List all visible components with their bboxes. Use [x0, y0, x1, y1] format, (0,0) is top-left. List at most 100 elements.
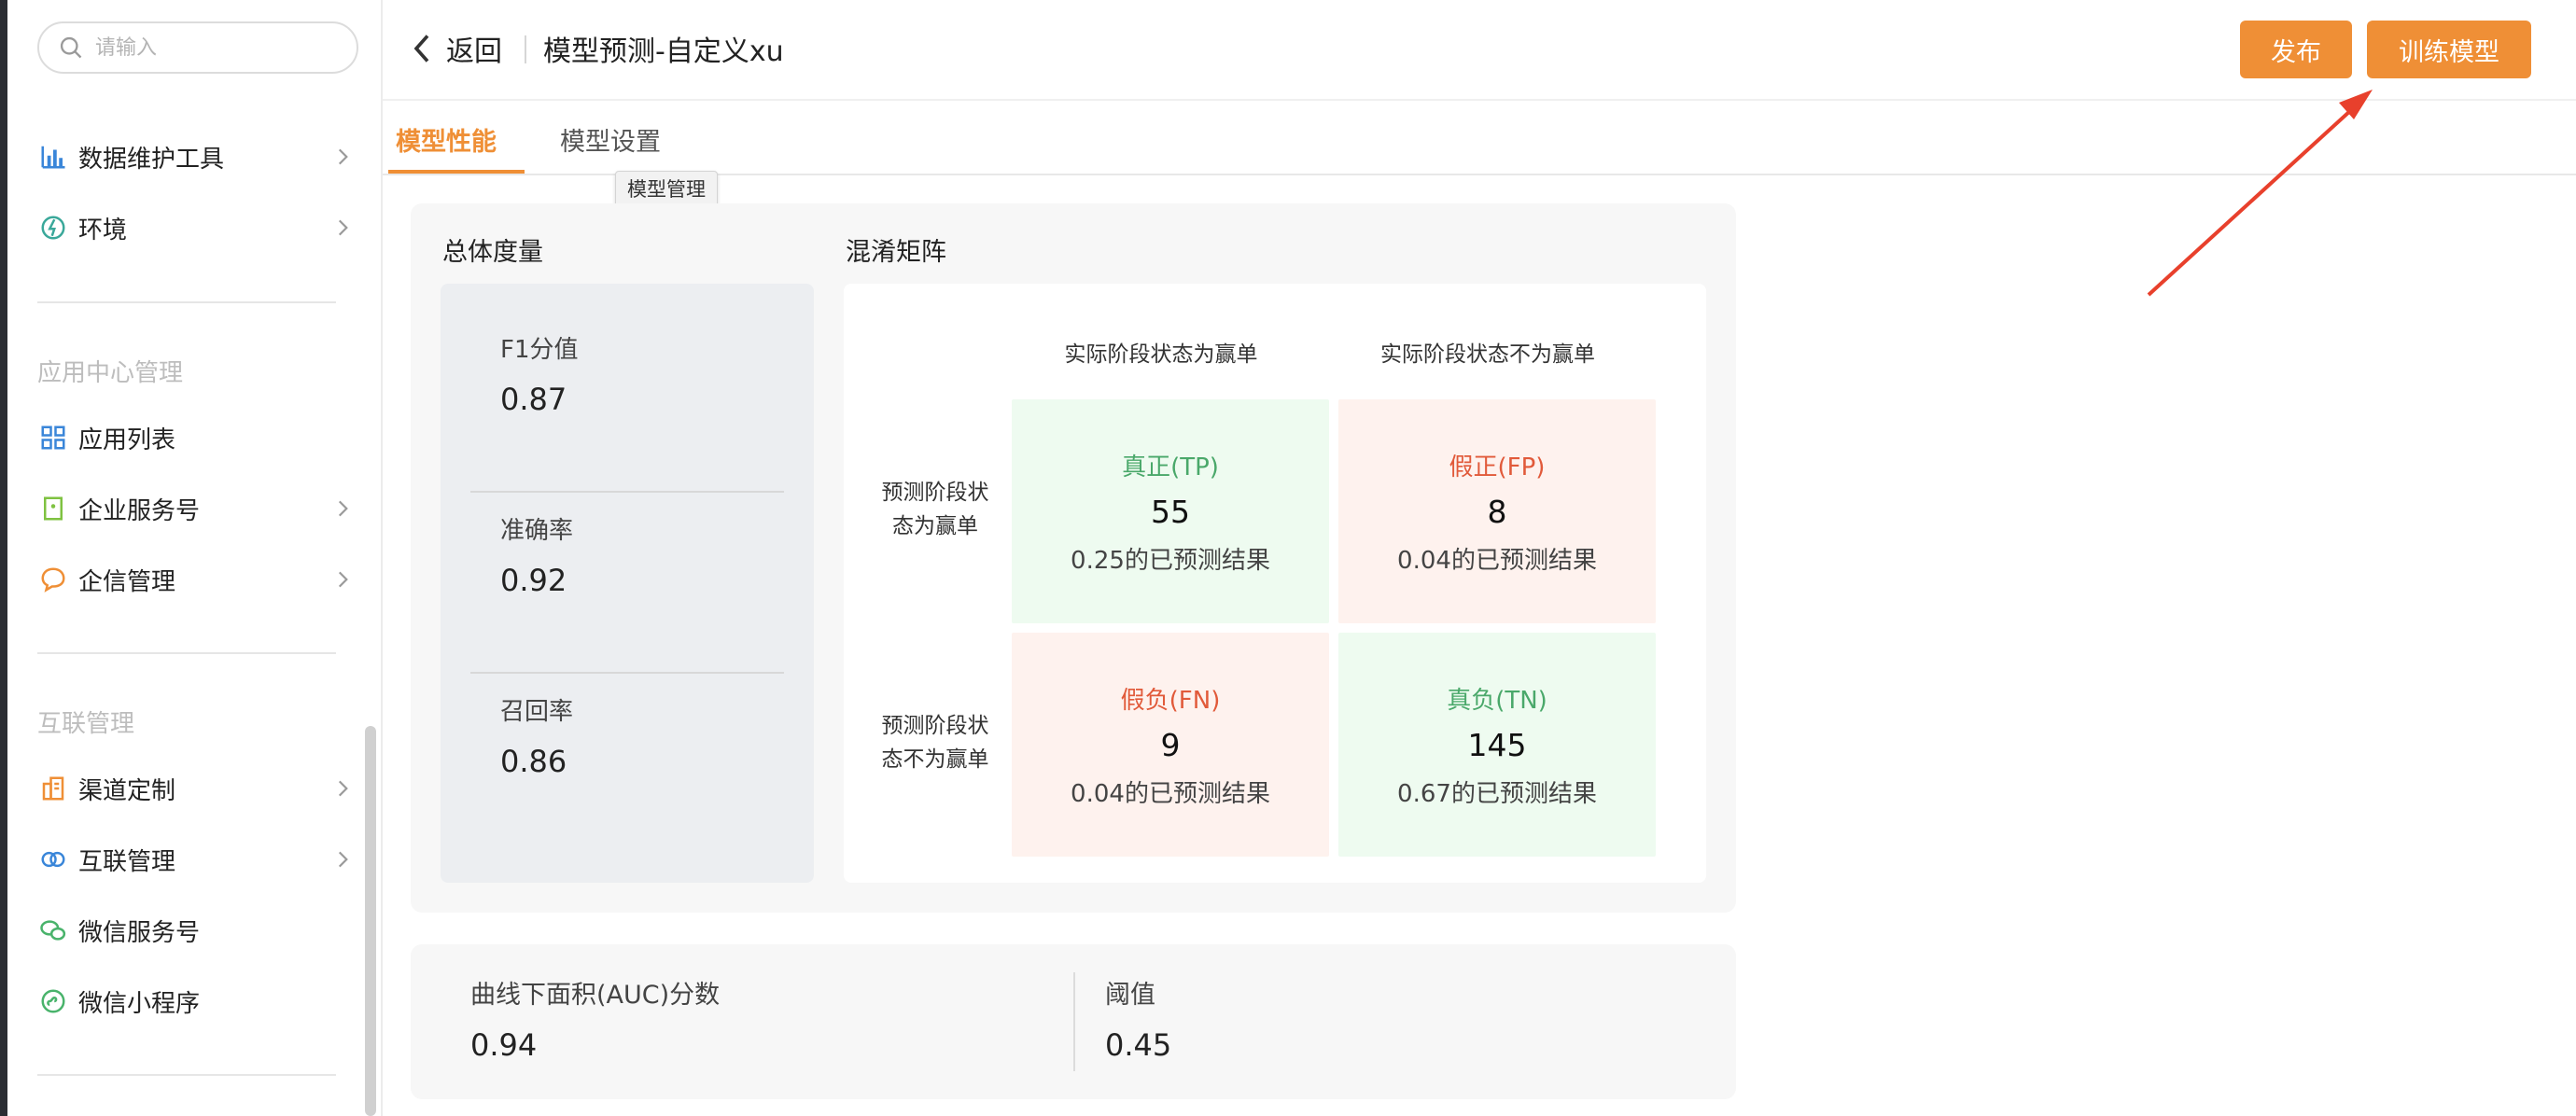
- sidebar-scrollbar[interactable]: [365, 726, 376, 1116]
- matrix-cell-true-positive: 真正(TP) 55 0.25的已预测结果: [1012, 399, 1329, 623]
- auc-value: 0.94: [470, 1027, 538, 1063]
- sidebar-item-environment[interactable]: 环境: [37, 202, 355, 254]
- metric-value: 0.86: [500, 744, 567, 779]
- search-icon: [60, 36, 82, 59]
- row-header-line: 预测阶段状: [881, 714, 989, 738]
- sidebar-divider: [37, 1074, 336, 1076]
- building-icon: [37, 773, 69, 804]
- matrix-cell-true-negative: 真负(TN) 145 0.67的已预测结果: [1338, 633, 1656, 857]
- cell-name: 假负(FN): [1120, 687, 1221, 715]
- metric-divider: [470, 672, 784, 674]
- linked-circles-icon: [37, 844, 69, 875]
- cell-value: 8: [1487, 494, 1507, 530]
- matrix-cell-false-positive: 假正(FP) 8 0.04的已预测结果: [1338, 399, 1656, 623]
- confusion-matrix-title: 混淆矩阵: [846, 238, 946, 267]
- chevron-right-icon: [338, 780, 348, 797]
- cell-value: 9: [1160, 727, 1181, 763]
- wechat-icon: [37, 914, 69, 946]
- search-input[interactable]: [95, 35, 338, 60]
- metric-f1: F1分值 0.87: [500, 330, 579, 417]
- train-model-button[interactable]: 训练模型: [2367, 21, 2531, 78]
- matrix-cell-false-negative: 假负(FN) 9 0.04的已预测结果: [1012, 633, 1329, 857]
- grid-icon: [37, 422, 69, 453]
- metric-label: 召回率: [500, 698, 574, 726]
- chevron-right-icon: [338, 219, 348, 236]
- tooltip: 模型管理: [615, 171, 718, 208]
- back-label: 返回: [446, 35, 502, 68]
- cell-value: 145: [1467, 727, 1527, 763]
- sidebar-divider: [37, 652, 336, 654]
- sidebar-item-label: 渠道定制: [78, 776, 176, 805]
- sidebar-search[interactable]: [37, 21, 358, 74]
- metric-accuracy: 准确率 0.92: [500, 511, 573, 598]
- auc-label: 曲线下面积(AUC)分数: [470, 981, 721, 1010]
- chevron-right-icon: [338, 851, 348, 868]
- cell-description: 0.04的已预测结果: [1071, 780, 1270, 808]
- cell-name: 假正(FP): [1449, 453, 1546, 481]
- mini-program-icon: [37, 985, 69, 1017]
- sidebar-item-label: 微信服务号: [78, 918, 201, 947]
- sidebar-section-title: 互联管理: [37, 710, 135, 738]
- sidebar-item-label: 互联管理: [78, 847, 176, 876]
- sidebar-item-label: 应用列表: [78, 425, 176, 454]
- cell-name: 真正(TP): [1122, 453, 1219, 481]
- cell-value: 55: [1151, 494, 1190, 530]
- publish-button[interactable]: 发布: [2240, 21, 2352, 78]
- page-header: 返回 模型预测-自定义xu 发布 训练模型: [383, 0, 2576, 101]
- sidebar-item-label: 微信小程序: [78, 989, 201, 1018]
- cell-description: 0.04的已预测结果: [1397, 547, 1597, 575]
- chevron-right-icon: [338, 571, 348, 588]
- metric-recall: 召回率 0.86: [500, 692, 573, 779]
- auc-score: 曲线下面积(AUC)分数 0.94: [470, 974, 720, 1063]
- cell-name: 真负(TN): [1447, 687, 1547, 715]
- chevron-right-icon: [338, 148, 348, 165]
- matrix-col-header: 实际阶段状态为赢单: [1064, 342, 1258, 367]
- tab-bar: 模型性能 模型设置: [383, 103, 2576, 175]
- sidebar: 数据维护工具 环境 应用中心管理 应用列表 企业服务号 企信管理 互联管理 渠道…: [7, 0, 383, 1116]
- chat-bubble-icon: [37, 564, 69, 595]
- metrics-panel: 总体度量 混淆矩阵 F1分值 0.87 准确率 0.92 召回率 0.86 实际…: [411, 203, 1736, 913]
- auc-panel: 曲线下面积(AUC)分数 0.94 阈值 0.45: [411, 944, 1736, 1099]
- threshold: 阈值 0.45: [1105, 974, 1171, 1063]
- auc-divider: [1073, 972, 1075, 1071]
- back-button[interactable]: 返回: [411, 28, 502, 69]
- sidebar-item-wechat-miniprogram[interactable]: 微信小程序: [37, 975, 355, 1027]
- sidebar-item-enterprise-service[interactable]: 企业服务号: [37, 482, 355, 535]
- confusion-matrix: 实际阶段状态为赢单 实际阶段状态不为赢单 预测阶段状 态为赢单 预测阶段状 态不…: [844, 284, 1706, 883]
- threshold-value: 0.45: [1105, 1027, 1172, 1063]
- matrix-row-header: 预测阶段状 态不为赢单: [875, 709, 995, 776]
- sidebar-item-label: 企业服务号: [78, 496, 201, 525]
- matrix-col-header: 实际阶段状态不为赢单: [1380, 342, 1595, 367]
- lightning-circle-icon: [37, 212, 69, 244]
- overall-metrics-title: 总体度量: [442, 238, 543, 267]
- row-header-line: 态不为赢单: [881, 747, 989, 772]
- tab-model-performance[interactable]: 模型性能: [396, 121, 497, 158]
- sidebar-item-label: 企信管理: [78, 567, 176, 596]
- metric-divider: [470, 491, 784, 493]
- row-header-line: 态为赢单: [892, 514, 978, 538]
- sidebar-section-title: 应用中心管理: [37, 359, 184, 387]
- tab-model-settings[interactable]: 模型设置: [560, 121, 661, 158]
- active-tab-indicator: [388, 170, 525, 174]
- sidebar-item-data-tools[interactable]: 数据维护工具: [37, 131, 355, 183]
- sidebar-item-label: 环境: [78, 216, 128, 244]
- metric-value: 0.87: [500, 382, 567, 417]
- sidebar-item-app-list[interactable]: 应用列表: [37, 412, 355, 464]
- chevron-left-icon: [413, 35, 429, 63]
- sidebar-item-channel-custom[interactable]: 渠道定制: [37, 762, 355, 815]
- overall-metrics-card: F1分值 0.87 准确率 0.92 召回率 0.86: [441, 284, 814, 883]
- bar-chart-icon: [37, 141, 69, 173]
- sidebar-item-wechat-service[interactable]: 微信服务号: [37, 904, 355, 956]
- window-edge: [0, 0, 7, 1116]
- threshold-label: 阈值: [1105, 981, 1155, 1010]
- bookmark-icon: [37, 493, 69, 524]
- matrix-row-header: 预测阶段状 态为赢单: [875, 476, 995, 543]
- sidebar-item-enterprise-messaging[interactable]: 企信管理: [37, 553, 355, 606]
- sidebar-item-label: 数据维护工具: [78, 145, 225, 174]
- metric-label: 准确率: [500, 517, 574, 545]
- metric-value: 0.92: [500, 563, 567, 598]
- page-title: 模型预测-自定义xu: [543, 35, 784, 68]
- sidebar-divider: [37, 301, 336, 303]
- metric-label: F1分值: [500, 336, 579, 364]
- sidebar-item-interconnect[interactable]: 互联管理: [37, 833, 355, 886]
